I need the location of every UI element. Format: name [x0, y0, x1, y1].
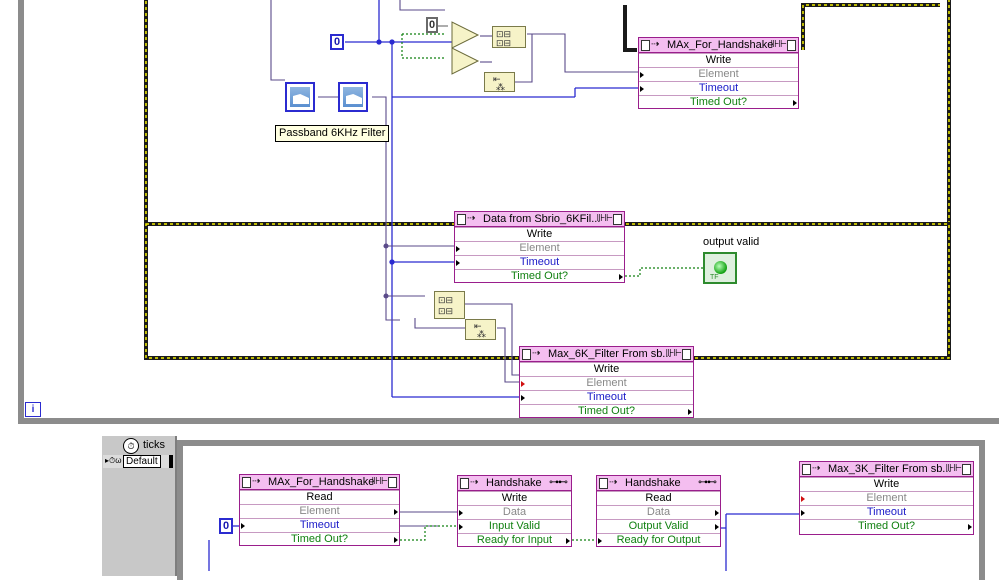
fifo-timeout-terminal[interactable]: Timeout: [520, 390, 693, 404]
fifo-method: Write: [455, 227, 624, 241]
fifo-timed-out-terminal[interactable]: Timed Out?: [520, 404, 693, 418]
handshake-ready-terminal[interactable]: Ready for Output: [597, 533, 720, 547]
handshake-read-node[interactable]: ⇢ Handshake ⊶⊷ Read Data Output Valid Read…: [596, 475, 721, 547]
fifo-timeout-terminal[interactable]: Timeout: [800, 505, 973, 519]
array-primitive[interactable]: ⊡⊟ ⊡⊟: [434, 291, 465, 319]
build-array-primitive[interactable]: ⇤ ⁂: [465, 319, 496, 340]
fifo-max-3k-filter[interactable]: ⇢ Max_3K_Filter From sb... ⊪⊩ Write Elemen…: [799, 461, 974, 535]
default-mode-value[interactable]: Default: [123, 455, 161, 468]
build-array-primitive[interactable]: ⇤ ⁂: [484, 72, 515, 92]
fifo-method: Read: [240, 490, 399, 504]
led-icon: [714, 261, 727, 274]
handshake-data-terminal[interactable]: Data: [597, 505, 720, 519]
handshake-input-valid-terminal[interactable]: Input Valid: [458, 519, 571, 533]
timing-source[interactable]: ⏱ ticks: [103, 437, 173, 454]
filter-vi-icon[interactable]: [338, 82, 368, 112]
fifo-timeout-terminal[interactable]: Timeout: [639, 81, 798, 95]
handshake-method: Write: [458, 491, 571, 505]
fifo-timed-out-terminal[interactable]: Timed Out?: [455, 269, 624, 283]
mode-icon: ▸⏱ω: [105, 456, 122, 465]
filter-vi-icon[interactable]: [285, 82, 315, 112]
fifo-timeout-terminal[interactable]: Timeout: [240, 518, 399, 532]
fifo-method: Write: [800, 477, 973, 491]
array-primitive[interactable]: ⊡⊟ ⊡⊟: [492, 26, 526, 48]
fifo-timeout-terminal[interactable]: Timeout: [455, 255, 624, 269]
numeric-constant[interactable]: 0: [426, 17, 438, 33]
filter-tooltip: Passband 6KHz Filter: [275, 125, 390, 142]
fifo-timed-out-terminal[interactable]: Timed Out?: [639, 95, 798, 109]
fifo-timed-out-terminal[interactable]: Timed Out?: [800, 519, 973, 533]
fifo-data-from-sbrio[interactable]: ⇢ Data from Sbrio_6KFil... ⊪⊩ Write Elemen…: [454, 211, 625, 283]
fifo-max-handshake-write[interactable]: ⇢ MAx_For_Handshake ⊪⊩ Write Element Timeo…: [638, 37, 799, 109]
timed-loop-mode-row[interactable]: ▸⏱ω Default: [103, 455, 173, 468]
fifo-element-terminal[interactable]: Element: [455, 241, 624, 255]
fifo-max-handshake-read[interactable]: ⇢ MAx_For_Handshake ⊪⊩ Read Element Timeou…: [239, 474, 400, 546]
fifo-element-terminal[interactable]: Element: [639, 67, 798, 81]
fifo-element-terminal[interactable]: Element: [240, 504, 399, 518]
fifo-element-terminal[interactable]: Element: [800, 491, 973, 505]
fifo-timed-out-terminal[interactable]: Timed Out?: [240, 532, 399, 546]
ticks-label: ticks: [143, 439, 165, 451]
indicator-label: output valid: [703, 236, 760, 248]
fifo-method: Write: [520, 362, 693, 376]
handshake-ready-terminal[interactable]: Ready for Input: [458, 533, 571, 547]
handshake-method: Read: [597, 491, 720, 505]
handshake-data-terminal[interactable]: Data: [458, 505, 571, 519]
fifo-method: Write: [639, 53, 798, 67]
fifo-max-6k-filter[interactable]: ⇢ Max_6K_Filter From sb... ⊪⊩ Write Elemen…: [519, 346, 694, 418]
output-valid-indicator[interactable]: TF: [703, 252, 737, 284]
handshake-output-valid-terminal[interactable]: Output Valid: [597, 519, 720, 533]
fifo-element-terminal[interactable]: Element: [520, 376, 693, 390]
handshake-write-node[interactable]: ⇢ Handshake ⊶⊷ Write Data Input Valid Read…: [457, 475, 572, 547]
clock-icon: ⏱: [123, 438, 139, 454]
numeric-constant[interactable]: 0: [330, 34, 344, 50]
